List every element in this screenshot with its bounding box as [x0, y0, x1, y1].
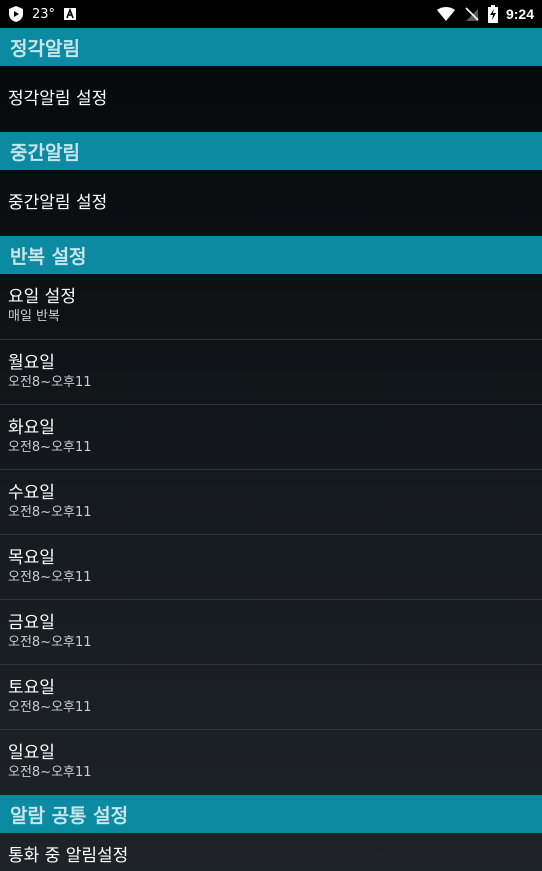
pref-title: 정각알림 설정	[8, 89, 108, 109]
shield-play-icon	[8, 5, 24, 23]
day-row-tuesday[interactable]: 화요일 오전8~오후11	[0, 405, 542, 470]
day-row-wednesday[interactable]: 수요일 오전8~오후11	[0, 470, 542, 535]
pref-title: 월요일	[8, 353, 55, 373]
section-header-repeat: 반복 설정	[0, 236, 542, 274]
section-header-label: 정각알림	[10, 37, 80, 60]
battery-charging-icon	[487, 5, 498, 23]
pref-summary: 오전8~오후11	[8, 765, 92, 780]
day-row-sunday[interactable]: 일요일 오전8~오후11	[0, 730, 542, 795]
call-alarm-setting[interactable]: 통화 중 알림설정	[0, 833, 542, 871]
pref-summary: 오전8~오후11	[8, 375, 92, 390]
temperature-text: 23°	[32, 6, 56, 22]
pref-summary: 매일 반복	[8, 309, 60, 324]
clock-time: 9:24	[505, 6, 534, 22]
status-bar: 23° 9:24	[0, 0, 542, 28]
day-row-monday[interactable]: 월요일 오전8~오후11	[0, 340, 542, 405]
no-sim-icon	[464, 6, 480, 22]
pref-summary: 오전8~오후11	[8, 505, 92, 520]
pref-title: 화요일	[8, 418, 55, 438]
section-header-label: 알람 공통 설정	[10, 804, 129, 827]
section-header-half: 중간알림	[0, 132, 542, 170]
section-header-common: 알람 공통 설정	[0, 795, 542, 833]
pref-title: 목요일	[8, 548, 55, 568]
pref-title: 수요일	[8, 483, 55, 503]
section-header-hourly: 정각알림	[0, 28, 542, 66]
pref-summary: 오전8~오후11	[8, 440, 92, 455]
pref-title: 중간알림 설정	[8, 193, 108, 213]
status-right: 9:24	[436, 5, 534, 23]
pref-title: 금요일	[8, 613, 55, 633]
day-row-saturday[interactable]: 토요일 오전8~오후11	[0, 665, 542, 730]
status-left: 23°	[8, 5, 77, 23]
pref-title: 일요일	[8, 743, 55, 763]
half-alarm-setting[interactable]: 중간알림 설정	[0, 170, 542, 236]
day-setting-row[interactable]: 요일 설정 매일 반복	[0, 274, 542, 340]
pref-summary: 오전8~오후11	[8, 635, 92, 650]
hourly-alarm-setting[interactable]: 정각알림 설정	[0, 66, 542, 132]
section-header-label: 중간알림	[10, 141, 80, 164]
pref-summary: 오전8~오후11	[8, 570, 92, 585]
pref-summary: 오전8~오후11	[8, 700, 92, 715]
pref-title: 통화 중 알림설정	[8, 846, 129, 866]
day-row-thursday[interactable]: 목요일 오전8~오후11	[0, 535, 542, 600]
pref-title: 토요일	[8, 678, 55, 698]
wifi-icon	[436, 6, 456, 22]
pref-title: 요일 설정	[8, 287, 76, 307]
section-header-label: 반복 설정	[10, 245, 87, 268]
day-row-friday[interactable]: 금요일 오전8~오후11	[0, 600, 542, 665]
keyboard-a-icon	[63, 7, 77, 21]
